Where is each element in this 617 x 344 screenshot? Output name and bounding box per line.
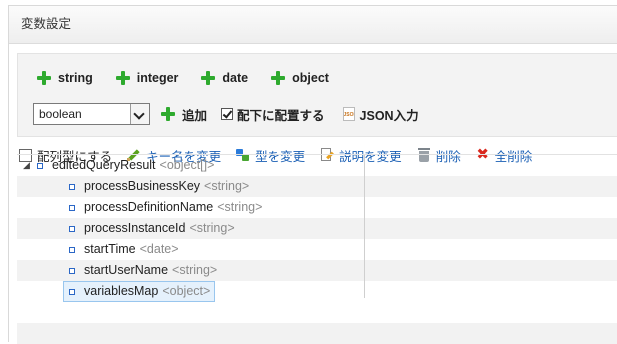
node-name: processDefinitionName: [84, 200, 214, 214]
add-object-label: object: [292, 71, 329, 85]
plus-icon: [115, 70, 131, 86]
plus-icon: [36, 70, 52, 86]
type-select[interactable]: boolean: [33, 103, 150, 125]
tree-node-selected[interactable]: variablesMap <object>: [63, 281, 216, 302]
node-name: processInstanceId: [84, 221, 186, 235]
tree-row: startTime <date>: [17, 239, 617, 260]
plus-icon: [160, 106, 176, 122]
plus-icon: [200, 70, 216, 86]
node-type: <string>: [172, 263, 218, 277]
tree-row: startUserName <string>: [17, 260, 617, 281]
add-integer-button[interactable]: integer: [115, 70, 179, 86]
tree-node[interactable]: processDefinitionName <string>: [69, 197, 262, 218]
node-name: variablesMap: [84, 284, 159, 298]
panel-title: 変数設定: [9, 6, 617, 44]
node-square-icon: [69, 246, 75, 253]
variable-tree: ◢ editedQueryResult <object[]> processBu…: [17, 154, 617, 344]
plus-icon: [270, 70, 286, 86]
node-square-icon: [69, 225, 75, 232]
add-object-button[interactable]: object: [270, 70, 329, 86]
node-type: <date>: [139, 242, 179, 256]
collapse-triangle-icon[interactable]: ◢: [23, 155, 35, 176]
place-under-checkbox[interactable]: [221, 108, 234, 120]
tree-row: variablesMap <object>: [17, 281, 617, 302]
node-type: <string>: [189, 221, 235, 235]
toolbar: string integer date object boolean 追加 配下…: [17, 53, 617, 137]
node-square-icon: [69, 267, 75, 274]
place-under-checkbox-group[interactable]: 配下に配置する: [221, 105, 325, 124]
node-square-icon: [69, 183, 75, 190]
column-divider: [364, 155, 365, 298]
json-input-label: JSON入力: [359, 108, 419, 123]
node-type: <object[]>: [159, 158, 215, 172]
json-file-icon: JSON: [342, 107, 355, 121]
node-name: processBusinessKey: [84, 179, 201, 193]
node-square-icon: [69, 288, 75, 295]
add-date-label: date: [222, 71, 249, 85]
node-square-icon: [37, 162, 43, 169]
add-button-label: 追加: [182, 108, 208, 123]
add-date-button[interactable]: date: [200, 70, 248, 86]
control-row: boolean 追加 配下に配置する JSON JSON入力: [33, 103, 419, 125]
chevron-down-icon[interactable]: [130, 104, 149, 124]
tree-row: processBusinessKey <string>: [17, 176, 617, 197]
node-type: <string>: [204, 179, 250, 193]
tree-node-root[interactable]: ◢ editedQueryResult <object[]>: [23, 155, 214, 176]
add-string-button[interactable]: string: [36, 70, 93, 86]
tree-node[interactable]: processBusinessKey <string>: [69, 176, 249, 197]
type-button-row: string integer date object: [36, 69, 351, 87]
tree-row: [17, 323, 617, 344]
node-type: <string>: [217, 200, 263, 214]
node-square-icon: [69, 204, 75, 211]
node-name: startTime: [84, 242, 136, 256]
tree-row: processInstanceId <string>: [17, 218, 617, 239]
place-under-label: 配下に配置する: [237, 108, 325, 123]
tree-node[interactable]: startUserName <string>: [69, 260, 217, 281]
tree-row: ◢ editedQueryResult <object[]>: [17, 155, 617, 176]
tree-node[interactable]: startTime <date>: [69, 239, 179, 260]
panel-body: string integer date object boolean 追加 配下…: [9, 44, 617, 344]
tree-row: processDefinitionName <string>: [17, 197, 617, 218]
node-name: editedQueryResult: [52, 158, 156, 172]
add-button[interactable]: 追加: [160, 105, 207, 124]
tree-node[interactable]: processInstanceId <string>: [69, 218, 235, 239]
json-input-button[interactable]: JSON JSON入力: [342, 105, 419, 124]
add-integer-label: integer: [136, 71, 179, 85]
node-type: <object>: [162, 284, 211, 298]
variable-settings-panel: 変数設定 string integer date object boolean …: [8, 5, 617, 344]
node-name: startUserName: [84, 263, 169, 277]
type-select-value: boolean: [39, 107, 82, 121]
add-string-label: string: [58, 71, 93, 85]
